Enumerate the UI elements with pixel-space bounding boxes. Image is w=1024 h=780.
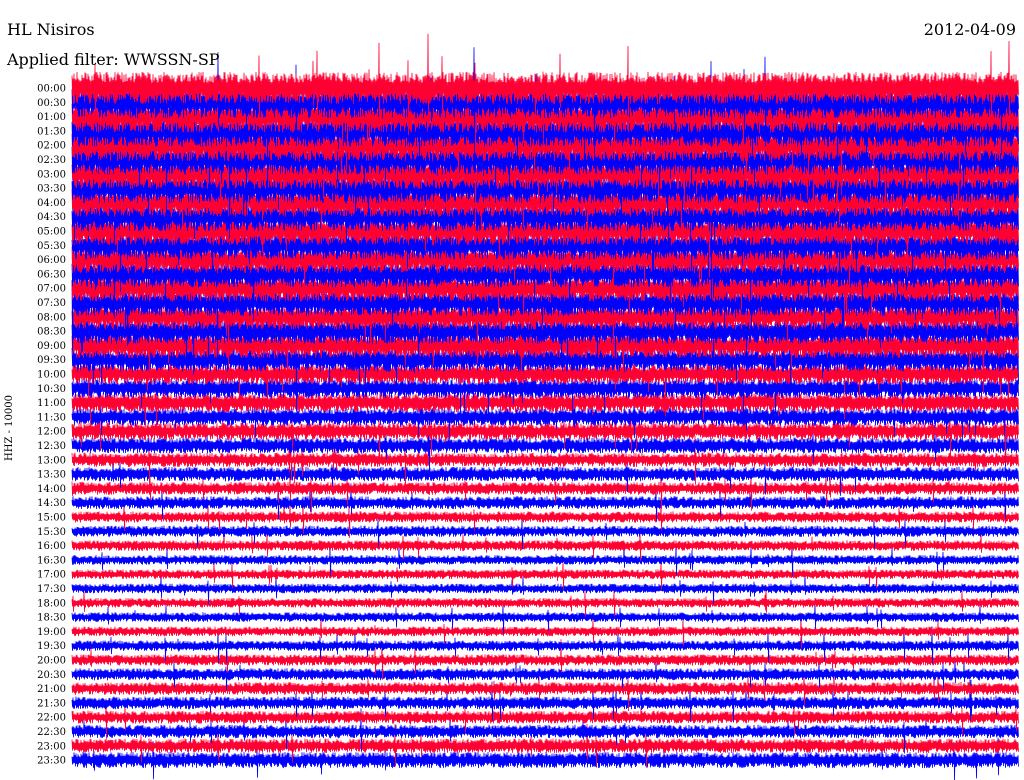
row-label: 21:00 bbox=[37, 684, 66, 695]
row-label: 10:00 bbox=[37, 370, 66, 381]
row-label: 12:30 bbox=[37, 441, 66, 452]
row-label: 17:30 bbox=[37, 584, 66, 595]
row-label: 01:00 bbox=[37, 112, 66, 123]
row-label: 11:00 bbox=[37, 398, 66, 409]
helicorder-plot: 00:00 00:30 01:00 01:30 02:00 02:30 03:00 03:30… bbox=[37, 33, 1019, 780]
row-label: 02:30 bbox=[37, 155, 66, 166]
row-label: 04:30 bbox=[37, 212, 66, 223]
row-label: 09:00 bbox=[37, 341, 66, 352]
row-label: 08:30 bbox=[37, 327, 66, 338]
row-label: 20:30 bbox=[37, 670, 66, 681]
row-label: 16:00 bbox=[37, 541, 66, 552]
row-label: 13:00 bbox=[37, 455, 66, 466]
y-axis-label: HHZ - 10000 bbox=[4, 395, 15, 461]
row-label: 19:00 bbox=[37, 627, 66, 638]
helicorder-screen: HL Nisiros Applied filter: WWSSN-SP 2012… bbox=[0, 0, 1024, 780]
row-label: 01:30 bbox=[37, 126, 66, 137]
station-title: HL Nisiros bbox=[7, 20, 95, 39]
row-label: 05:00 bbox=[37, 227, 66, 238]
row-label: 00:00 bbox=[37, 84, 66, 95]
row-label: 18:00 bbox=[37, 598, 66, 609]
row-label: 17:00 bbox=[37, 570, 66, 581]
row-label: 03:00 bbox=[37, 169, 66, 180]
row-label: 11:30 bbox=[37, 412, 66, 423]
row-label: 22:30 bbox=[37, 727, 66, 738]
row-label: 22:00 bbox=[37, 713, 66, 724]
row-label: 18:30 bbox=[37, 613, 66, 624]
row-label: 08:00 bbox=[37, 312, 66, 323]
row-label: 14:30 bbox=[37, 498, 66, 509]
row-label: 06:30 bbox=[37, 269, 66, 280]
row-label: 15:30 bbox=[37, 527, 66, 538]
row-label: 05:30 bbox=[37, 241, 66, 252]
row-label: 12:00 bbox=[37, 427, 66, 438]
row-label: 14:00 bbox=[37, 484, 66, 495]
row-label: 04:00 bbox=[37, 198, 66, 209]
row-label: 06:00 bbox=[37, 255, 66, 266]
row-label: 20:00 bbox=[37, 656, 66, 667]
row-label: 23:00 bbox=[37, 741, 66, 752]
row-label: 19:30 bbox=[37, 641, 66, 652]
row-label: 16:30 bbox=[37, 555, 66, 566]
row-label: 02:00 bbox=[37, 141, 66, 152]
row-label: 15:00 bbox=[37, 513, 66, 524]
row-label: 00:30 bbox=[37, 98, 66, 109]
row-label: 03:30 bbox=[37, 184, 66, 195]
date-label: 2012-04-09 bbox=[923, 20, 1016, 39]
row-label: 10:30 bbox=[37, 384, 66, 395]
row-label: 07:00 bbox=[37, 284, 66, 295]
filter-label: Applied filter: WWSSN-SP bbox=[7, 50, 220, 69]
row-label: 23:30 bbox=[37, 756, 66, 767]
row-label: 07:30 bbox=[37, 298, 66, 309]
row-label: 21:30 bbox=[37, 698, 66, 709]
row-label: 09:30 bbox=[37, 355, 66, 366]
row-label: 13:30 bbox=[37, 470, 66, 481]
